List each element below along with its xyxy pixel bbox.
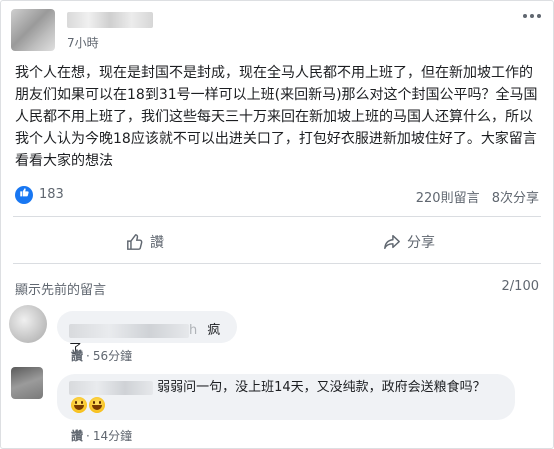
divider — [13, 216, 541, 217]
comment-time[interactable]: 56分鐘 — [93, 349, 132, 363]
post-text: 我个人在想，现在是封国不是封成，现在全马人民都不用上班了，但在新加坡工作的朋友们… — [15, 65, 538, 169]
divider — [13, 263, 541, 264]
comment-text: 弱弱问一句，没上班14天，又没纯款，政府会送粮食吗？ — [157, 380, 486, 395]
like-button-label: 讚 — [150, 235, 164, 251]
grin-emoji-icon — [71, 397, 87, 413]
comment-meta: 讚 · 56分鐘 — [71, 349, 133, 363]
commenter-avatar[interactable] — [11, 367, 43, 399]
comment-time[interactable]: 14分鐘 — [93, 429, 132, 443]
share-button[interactable]: 分享 — [277, 223, 541, 261]
comment-bubble: h 疯了 — [57, 311, 237, 357]
show-previous-comments[interactable]: 顯示先前的留言 — [15, 283, 106, 298]
commenter-name-redacted[interactable] — [69, 323, 189, 338]
share-button-label: 分享 — [407, 235, 435, 251]
comment-meta: 讚 · 14分鐘 — [71, 429, 133, 443]
comment-like-link[interactable]: 讚 — [71, 349, 83, 363]
thumbs-up-icon — [127, 234, 143, 250]
comment-like-link[interactable]: 讚 — [71, 429, 83, 443]
commenter-avatar[interactable] — [9, 305, 47, 343]
post-stats: 183 220則留言 8次分享 — [15, 186, 539, 206]
post-card: 7小時 我个人在想，现在是封国不是封成，现在全马人民都不用上班了，但在新加坡工作… — [0, 0, 554, 449]
grin-emoji-icon — [89, 397, 105, 413]
comment-page-count: 2/100 — [501, 279, 539, 294]
more-icon[interactable] — [523, 11, 541, 21]
commenter-name-suffix[interactable]: h — [189, 323, 197, 338]
like-button[interactable]: 讚 — [13, 223, 277, 261]
commenter-name-redacted[interactable] — [69, 380, 153, 395]
share-count[interactable]: 8次分享 — [492, 191, 539, 206]
comment-bubble: 弱弱问一句，没上班14天，又没纯款，政府会送粮食吗？ — [57, 374, 515, 420]
comments-header: 顯示先前的留言 2/100 — [15, 279, 539, 298]
comment-count[interactable]: 220則留言 — [416, 191, 480, 206]
share-icon — [384, 234, 400, 250]
author-name-redacted[interactable] — [67, 12, 153, 28]
like-icon[interactable] — [15, 186, 33, 204]
post-time[interactable]: 7小時 — [67, 34, 99, 51]
author-avatar[interactable] — [11, 9, 55, 51]
like-count[interactable]: 183 — [39, 187, 64, 202]
action-bar: 讚 分享 — [13, 223, 541, 261]
